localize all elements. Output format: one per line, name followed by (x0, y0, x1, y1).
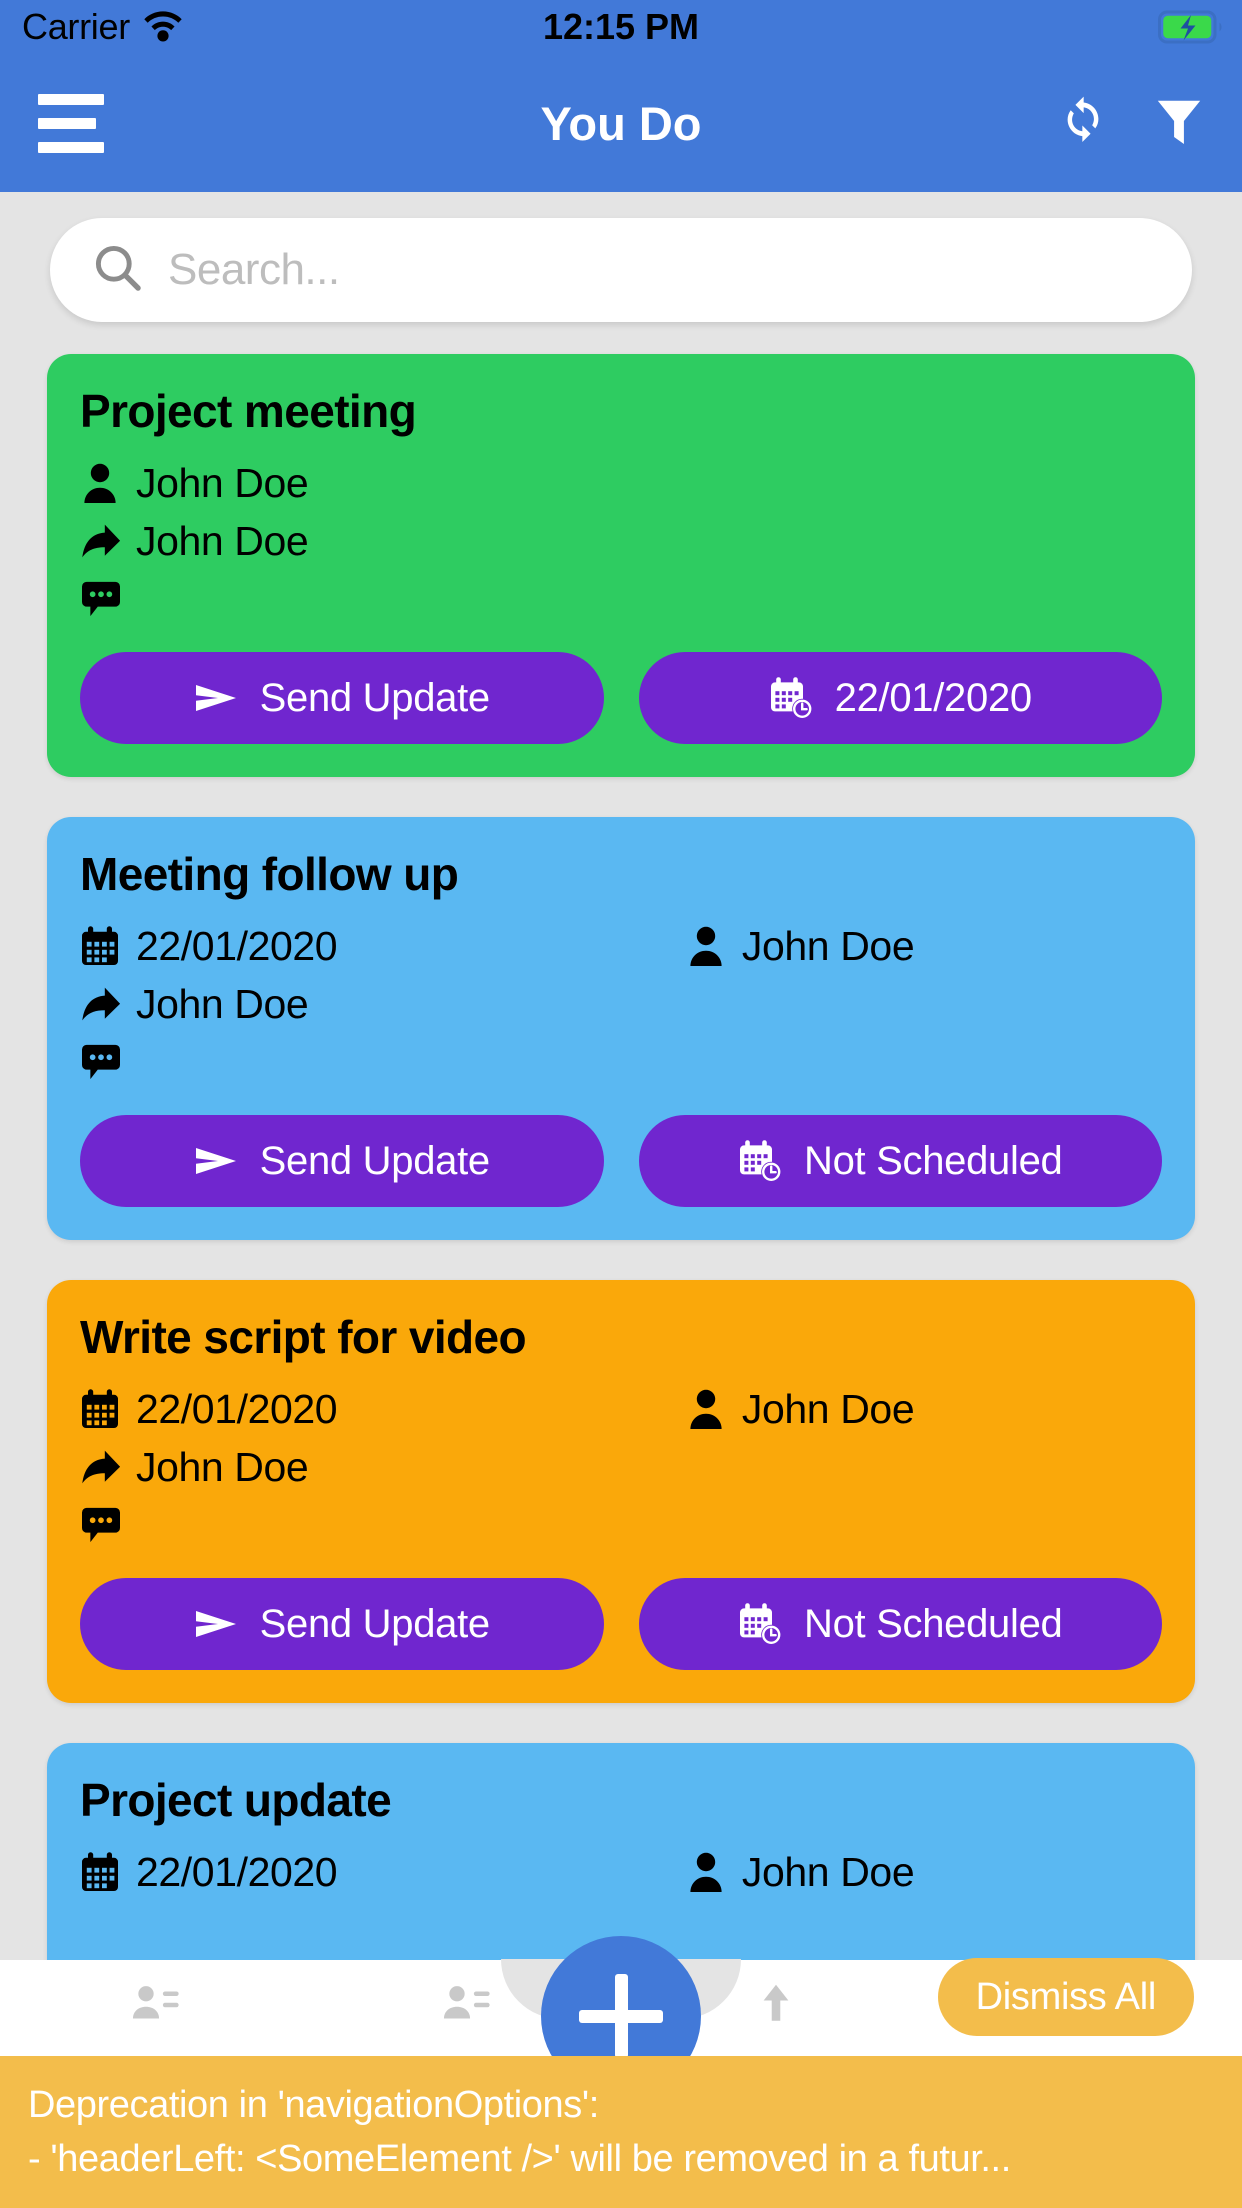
nav-actions (1054, 94, 1208, 152)
sync-refresh-icon[interactable] (1054, 94, 1112, 152)
dismiss-all-label: Dismiss All (975, 1975, 1157, 2018)
send-update-label: Send Update (259, 1138, 491, 1183)
task-meta-row: 22/01/2020 John Doe (80, 917, 1162, 975)
search-input[interactable]: Search... (50, 218, 1192, 322)
due-date-text: 22/01/2020 (136, 1385, 338, 1432)
due-date: 22/01/2020 (80, 1386, 686, 1433)
due-date-button[interactable]: 22/01/2020 (638, 652, 1162, 744)
comments (80, 580, 126, 618)
comments (80, 1506, 126, 1544)
assignee-name: John Doe (741, 1848, 915, 1895)
task-meta-row (80, 1033, 1162, 1091)
deprecation-warning-banner[interactable]: Deprecation in 'navigationOptions': - 'h… (0, 2056, 1242, 2208)
send-update-button[interactable]: Send Update (80, 1578, 604, 1670)
schedule-button[interactable]: Not Scheduled (638, 1578, 1162, 1670)
task-meta-row: 22/01/2020 John Doe (80, 1380, 1162, 1438)
shared-with: John Doe (80, 980, 309, 1028)
person-icon (80, 461, 126, 505)
shared-with-name: John Doe (136, 980, 309, 1027)
due-date: 22/01/2020 (80, 923, 686, 970)
dismiss-all-button[interactable]: Dismiss All (937, 1958, 1194, 2036)
person-icon (686, 924, 732, 968)
due-date-text: 22/01/2020 (136, 1848, 338, 1895)
shared-with: John Doe (80, 517, 309, 565)
task-meta-row: John Doe (80, 454, 1162, 512)
search-wrapper: Search... (0, 192, 1242, 322)
task-card[interactable]: Project update 22/01/2020 John Doe (47, 1743, 1195, 1960)
send-paper-plane-icon (194, 680, 238, 716)
due-date: 22/01/2020 (80, 1849, 686, 1896)
tab-people-1[interactable] (0, 1978, 311, 2032)
task-title: Project meeting (80, 385, 417, 437)
warning-line-2: - 'headerLeft: <SomeElement />' will be … (28, 2138, 1011, 2180)
assignee: John Doe (80, 459, 309, 507)
shared-with-name: John Doe (136, 517, 309, 564)
calendar-clock-icon (738, 1602, 782, 1646)
battery-charging-icon (1158, 10, 1224, 44)
task-meta-row: John Doe (80, 975, 1162, 1033)
shared-with: John Doe (80, 1443, 309, 1491)
schedule-button[interactable]: Not Scheduled (638, 1115, 1162, 1207)
send-update-label: Send Update (259, 675, 491, 720)
comments (80, 1043, 126, 1081)
schedule-label: Not Scheduled (803, 1138, 1063, 1183)
calendar-clock-icon (769, 676, 813, 720)
send-update-button[interactable]: Send Update (80, 1115, 604, 1207)
send-paper-plane-icon (194, 1606, 238, 1642)
assignee: John Doe (686, 922, 915, 970)
warning-line-1: Deprecation in 'navigationOptions': (28, 2084, 599, 2126)
status-bar-clock: 12:15 PM (542, 6, 700, 47)
share-forward-icon (80, 521, 126, 561)
task-actions: Send Update (80, 1091, 1162, 1240)
comment-bubble-icon (80, 1506, 126, 1544)
search-placeholder: Search... (168, 245, 340, 294)
share-forward-icon (80, 984, 126, 1024)
task-card[interactable]: Project meeting John Doe John Doe Send U… (47, 354, 1195, 777)
status-bar: Carrier 12:15 PM (0, 0, 1242, 54)
task-meta-row (80, 1496, 1162, 1554)
person-icon (686, 1850, 732, 1894)
shared-with-name: John Doe (136, 1443, 309, 1490)
task-actions: Send Update (80, 1554, 1162, 1703)
assignee-name: John Doe (741, 922, 915, 969)
send-update-label: Send Update (259, 1601, 491, 1646)
send-update-button[interactable]: Send Update (80, 652, 604, 744)
content-scroll[interactable]: Search... Project meeting John Doe John … (0, 192, 1242, 1960)
schedule-label: Not Scheduled (803, 1601, 1063, 1646)
task-card-list: Project meeting John Doe John Doe Send U… (0, 322, 1242, 1960)
comment-bubble-icon (80, 580, 126, 618)
filter-funnel-icon[interactable] (1150, 94, 1208, 152)
task-title: Project update (80, 1774, 392, 1826)
due-date-label: 22/01/2020 (834, 675, 1033, 720)
assignee-name: John Doe (136, 459, 309, 506)
assignee: John Doe (686, 1385, 915, 1433)
task-title: Meeting follow up (80, 848, 459, 900)
comment-bubble-icon (80, 1043, 126, 1081)
person-icon (686, 1387, 732, 1431)
task-meta-row: John Doe (80, 512, 1162, 570)
search-icon (90, 240, 146, 301)
calendar-icon (80, 1388, 126, 1430)
assignee-name: John Doe (741, 1385, 915, 1432)
task-actions: Send Update (80, 628, 1162, 777)
calendar-icon (80, 925, 126, 967)
task-card[interactable]: Write script for video 22/01/2020 John D… (47, 1280, 1195, 1703)
task-card[interactable]: Meeting follow up 22/01/2020 John Doe Jo… (47, 817, 1195, 1240)
share-forward-icon (80, 1447, 126, 1487)
task-meta-row: John Doe (80, 1438, 1162, 1496)
task-meta-row: 22/01/2020 John Doe (80, 1843, 1162, 1901)
task-title: Write script for video (80, 1311, 527, 1363)
calendar-clock-icon (738, 1139, 782, 1183)
assignee: John Doe (686, 1848, 915, 1896)
task-meta-row (80, 570, 1162, 628)
due-date-text: 22/01/2020 (136, 922, 338, 969)
calendar-icon (80, 1851, 126, 1893)
nav-bar: You Do (0, 54, 1242, 192)
send-paper-plane-icon (194, 1143, 238, 1179)
app-root: Carrier 12:15 PM You Do Search... Projec… (0, 0, 1242, 2208)
